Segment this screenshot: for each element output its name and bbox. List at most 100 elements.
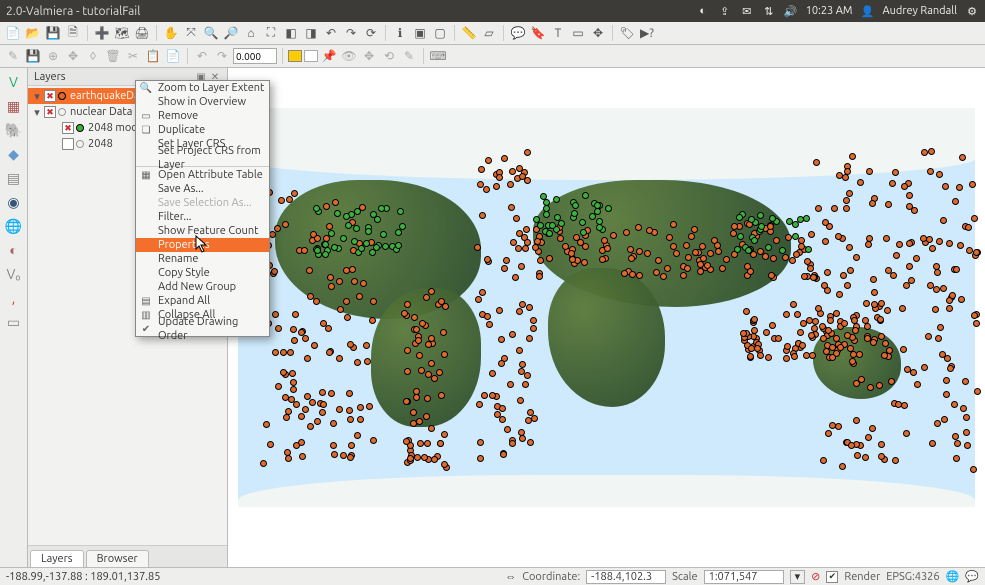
save-edits-button[interactable]: 💾 (24, 47, 42, 65)
context-menu-item[interactable]: Rename (136, 252, 269, 266)
layer-context-menu[interactable]: 🔍Zoom to Layer ExtentShow in Overview▭Re… (135, 80, 270, 337)
context-menu-item[interactable]: Save As... (136, 182, 269, 196)
label-hide-button[interactable]: 👁 (340, 47, 358, 65)
context-menu-item[interactable]: ❏Duplicate (136, 123, 269, 137)
layer-visibility-checkbox[interactable] (44, 106, 56, 118)
context-menu-item[interactable]: ▦Open Attribute Table (136, 168, 269, 182)
update-icon[interactable]: ⇪ (718, 4, 732, 18)
zoom-in-button[interactable]: 🔍 (202, 24, 220, 42)
context-menu-item[interactable]: ▭Remove (136, 109, 269, 123)
scale-dropdown-button[interactable]: ▾ (790, 570, 806, 584)
text-annotation-button[interactable]: T (549, 24, 567, 42)
user-name[interactable]: Audrey Randall (882, 5, 957, 17)
bookmark-button[interactable]: 🔖 (529, 24, 547, 42)
zoom-native-button[interactable]: ⌂ (242, 24, 260, 42)
zoom-next-button[interactable]: ↷ (342, 24, 360, 42)
delete-selected-button[interactable]: 🗑 (104, 47, 122, 65)
form-annotation-button[interactable]: ▭ (569, 24, 587, 42)
paste-button[interactable]: 📄 (164, 47, 182, 65)
chrome-icon[interactable]: ◐ (696, 4, 710, 18)
context-menu-item[interactable]: Set Project CRS from Layer (136, 151, 269, 165)
zoom-last-button[interactable]: ↶ (322, 24, 340, 42)
layer-visibility-checkbox[interactable] (62, 138, 74, 150)
expand-toggle-icon[interactable]: ▾ (32, 90, 42, 103)
deselect-button[interactable]: ▢ (431, 24, 449, 42)
label-change-button[interactable]: ✎ (400, 47, 418, 65)
label-pin-button[interactable]: 📌 (320, 47, 338, 65)
context-menu-item[interactable]: ▤Expand All (136, 294, 269, 308)
network-icon[interactable]: ⇅ (762, 4, 776, 18)
map-tips-button[interactable]: 💬 (509, 24, 527, 42)
render-checkbox[interactable] (826, 571, 838, 583)
measure-line-button[interactable]: 📏 (460, 24, 478, 42)
label-bg-swatch-2[interactable] (304, 50, 318, 62)
stop-render-icon[interactable]: ⊘ (811, 570, 820, 583)
labeling-button[interactable]: 🏷 (618, 24, 636, 42)
zoom-layer-button[interactable]: ◨ (302, 24, 320, 42)
layer-visibility-checkbox[interactable] (62, 122, 74, 134)
tab-browser[interactable]: Browser (86, 550, 149, 567)
offset-value-input[interactable] (233, 48, 277, 64)
add-raster-icon[interactable]: ▦ (4, 96, 24, 116)
label-rotate-button[interactable]: ⟲ (380, 47, 398, 65)
context-menu-item[interactable]: Copy Style (136, 266, 269, 280)
context-menu-item[interactable]: Add New Group (136, 280, 269, 294)
mail-icon[interactable]: ✉ (740, 4, 754, 18)
context-menu-item[interactable]: Properties (136, 238, 269, 252)
add-spatialite-icon[interactable]: ◆ (4, 144, 24, 164)
add-wms-icon[interactable]: 🌐 (4, 216, 24, 236)
expand-toggle-icon[interactable]: ▾ (32, 106, 42, 119)
gear-icon[interactable]: ⚙ (965, 4, 979, 18)
save-project-button[interactable]: 💾 (44, 24, 62, 42)
redo-button[interactable]: ↷ (213, 47, 231, 65)
new-project-button[interactable]: 📄 (4, 24, 22, 42)
add-feature-button[interactable]: ⊕ (44, 47, 62, 65)
undo-button[interactable]: ↶ (193, 47, 211, 65)
pan-button[interactable]: ✋ (162, 24, 180, 42)
copy-button[interactable]: 📋 (144, 47, 162, 65)
add-vector-button[interactable]: ➕ (93, 24, 111, 42)
add-wfs-icon[interactable]: V₀ (4, 264, 24, 284)
add-raster-button[interactable]: 🗺 (113, 24, 131, 42)
zoom-selection-button[interactable]: ◧ (282, 24, 300, 42)
whats-this-button[interactable]: ▶? (638, 24, 656, 42)
save-as-button[interactable]: 🗎 (64, 24, 82, 42)
node-tool-button[interactable]: ◊ (84, 47, 102, 65)
user-icon[interactable]: 👤 (860, 4, 874, 18)
move-feature-button[interactable]: ✥ (64, 47, 82, 65)
context-menu-item[interactable]: Filter... (136, 210, 269, 224)
scale-value[interactable]: 1:071,547 (704, 570, 784, 584)
measure-area-button[interactable]: ▱ (480, 24, 498, 42)
edit-toggle-button[interactable]: ✎ (4, 47, 22, 65)
move-annotation-button[interactable]: ✥ (589, 24, 607, 42)
tab-layers[interactable]: Layers (30, 550, 84, 567)
clock-text[interactable]: 10:23 AM (806, 5, 853, 17)
context-menu-item[interactable]: ✔Update Drawing Order (136, 322, 269, 336)
select-button[interactable]: ▣ (411, 24, 429, 42)
cut-button[interactable]: ✂ (124, 47, 142, 65)
context-menu-item[interactable]: Show Feature Count (136, 224, 269, 238)
label-move-button[interactable]: ✥ (360, 47, 378, 65)
volume-icon[interactable]: 🔊 (784, 4, 798, 18)
new-shapefile-icon[interactable]: ▭ (4, 312, 24, 332)
add-vector-icon[interactable]: V (4, 72, 24, 92)
toggle-extents-icon[interactable]: ⇔ (505, 571, 516, 583)
add-mssql-icon[interactable]: ▤ (4, 168, 24, 188)
context-menu-item[interactable]: Show in Overview (136, 95, 269, 109)
zoom-full-button[interactable]: ⛶ (262, 24, 280, 42)
refresh-button[interactable]: ⟳ (362, 24, 380, 42)
map-canvas[interactable] (228, 68, 985, 567)
open-project-button[interactable]: 📂 (24, 24, 42, 42)
layer-visibility-checkbox[interactable] (44, 90, 56, 102)
identify-button[interactable]: ℹ (391, 24, 409, 42)
crs-button[interactable]: 🌐 (946, 570, 960, 583)
add-postgis-icon[interactable]: 🐘 (4, 120, 24, 140)
add-delimited-icon[interactable]: , (4, 288, 24, 308)
add-oracle-icon[interactable]: ◉ (4, 192, 24, 212)
messages-icon[interactable]: 💬 (965, 570, 979, 583)
zoom-out-button[interactable]: 🔎 (222, 24, 240, 42)
label-bg-swatch[interactable] (288, 50, 302, 62)
add-wcs-icon[interactable]: ◐ (4, 240, 24, 260)
pan-to-selection-button[interactable]: ⤧ (182, 24, 200, 42)
print-composer-button[interactable]: 🖨 (133, 24, 151, 42)
